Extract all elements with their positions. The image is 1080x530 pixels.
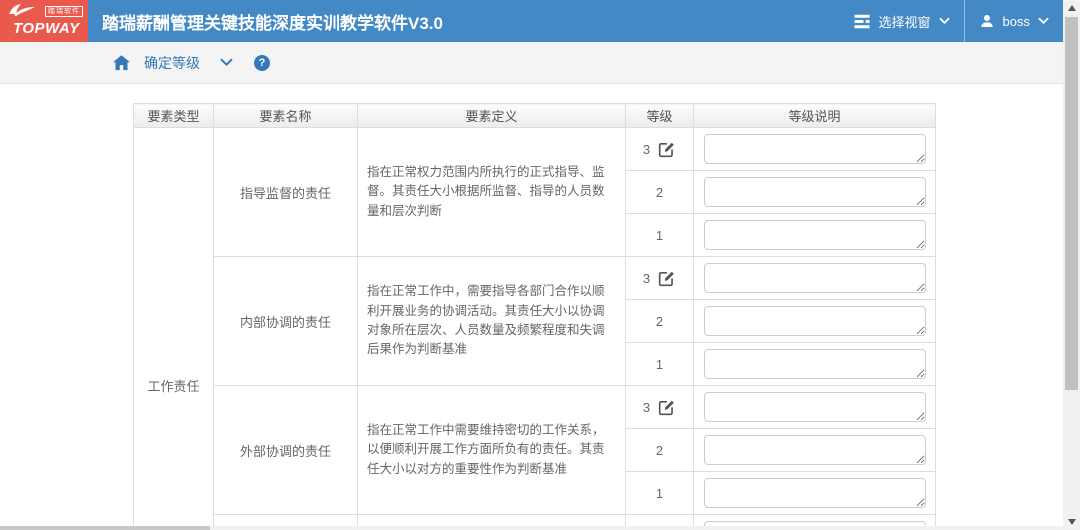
windows-icon [853,14,871,29]
level-value: 2 [656,443,663,458]
factor-definition-cell: 指在正常工作中需要维持密切的工作关系，以便顺利开展工作方面所负有的责任。其责任大… [358,386,626,515]
nav-chevron-down-icon[interactable] [220,58,233,67]
col-header-level: 等级 [626,104,694,128]
level-value: 1 [656,228,663,243]
level-cell: 2 [626,300,694,343]
level-row: 内部协调的责任指在正常工作中，需要指导各部门合作以顺利开展业务的协调活动。其责任… [134,257,936,300]
col-header-factor-type: 要素类型 [134,104,214,128]
level-cell: 1 [626,472,694,515]
scroll-down-arrow-icon[interactable] [1068,519,1076,525]
level-edit-icon[interactable] [657,269,676,288]
scroll-up-arrow-icon[interactable] [1068,5,1076,11]
level-description-cell [694,171,936,214]
level-description-cell [694,257,936,300]
logo-subtitle: 踏瑞软件 [45,6,83,17]
level-value: 3 [643,271,650,286]
level-description-cell [694,128,936,171]
level-description-cell [694,343,936,386]
nav-item-current[interactable]: 确定等级 [144,53,200,73]
window-select-menu[interactable]: 选择视窗 [839,0,964,42]
level-row: 外部协调的责任指在正常工作中需要维持密切的工作关系，以便顺利开展工作方面所负有的… [134,386,936,429]
header-actions: 选择视窗 boss [839,0,1063,42]
help-icon[interactable]: ? [254,55,270,71]
brand-logo[interactable]: 踏瑞软件 TOPWAY [0,0,88,42]
level-value: 2 [656,185,663,200]
level-value: 1 [656,486,663,501]
level-description-textarea[interactable] [704,392,926,422]
level-description-textarea[interactable] [704,435,926,465]
level-cell: 3 [626,386,694,429]
app-window: 踏瑞软件 TOPWAY 踏瑞薪酬管理关键技能深度实训教学软件V3.0 选择视窗 [0,0,1080,530]
level-description-cell [694,472,936,515]
factor-type-cell: 工作责任 [134,128,214,530]
table-header-row: 要素类型 要素名称 要素定义 等级 等级说明 [134,104,936,128]
vertical-scrollbar[interactable] [1063,0,1080,530]
level-description-textarea[interactable] [704,134,926,164]
level-edit-icon[interactable] [657,140,676,159]
factor-name-cell: 指导监督的责任 [214,128,358,257]
level-cell: 2 [626,429,694,472]
user-icon [979,13,995,29]
user-name: boss [1003,14,1030,29]
col-header-factor-name: 要素名称 [214,104,358,128]
breadcrumb-toolbar: 确定等级 ? [0,42,1063,84]
level-cell: 3 [626,128,694,171]
factor-name-cell: 内部协调的责任 [214,257,358,386]
level-cell: 1 [626,214,694,257]
horizontal-scrollbar-thumb[interactable] [0,526,210,530]
level-value: 1 [656,357,663,372]
level-description-textarea[interactable] [704,306,926,336]
window-select-label: 选择视窗 [879,12,931,31]
home-icon[interactable] [113,55,130,71]
col-header-factor-definition: 要素定义 [358,104,626,128]
app-title: 踏瑞薪酬管理关键技能深度实训教学软件V3.0 [102,9,443,34]
level-value: 3 [643,142,650,157]
level-description-textarea[interactable] [704,220,926,250]
col-header-level-description: 等级说明 [694,104,936,128]
factor-name-cell: 外部协调的责任 [214,386,358,515]
wing-icon [7,3,37,16]
vertical-scrollbar-thumb[interactable] [1065,17,1078,390]
level-description-cell [694,429,936,472]
level-description-textarea[interactable] [704,478,926,508]
level-description-textarea[interactable] [704,177,926,207]
factor-definition-cell: 指在正常工作中，需要指导各部门合作以顺利开展业务的协调活动。其责任大小以协调对象… [358,257,626,386]
level-value: 3 [643,400,650,415]
logo-brand-text: TOPWAY [13,20,80,37]
level-row: 工作责任指导监督的责任指在正常权力范围内所执行的正式指导、监督。其责任大小根据所… [134,128,936,171]
factor-definition-cell: 指在正常权力范围内所执行的正式指导、监督。其责任大小根据所监督、指导的人员数量和… [358,128,626,257]
level-cell: 1 [626,343,694,386]
level-edit-icon[interactable] [657,398,676,417]
level-value: 2 [656,314,663,329]
level-description-cell [694,214,936,257]
user-menu[interactable]: boss [965,0,1063,42]
level-description-textarea[interactable] [704,349,926,379]
top-header-bar: 踏瑞软件 TOPWAY 踏瑞薪酬管理关键技能深度实训教学软件V3.0 选择视窗 [0,0,1063,42]
grade-definition-table: 要素类型 要素名称 要素定义 等级 等级说明 工作责任指导监督的责任指在正常权力… [133,103,936,530]
level-cell: 3 [626,257,694,300]
level-description-textarea[interactable] [704,263,926,293]
level-cell: 2 [626,171,694,214]
level-description-cell [694,300,936,343]
chevron-down-icon [939,17,950,25]
chevron-down-icon [1038,17,1049,25]
level-description-cell [694,386,936,429]
horizontal-scrollbar[interactable] [0,526,1063,530]
